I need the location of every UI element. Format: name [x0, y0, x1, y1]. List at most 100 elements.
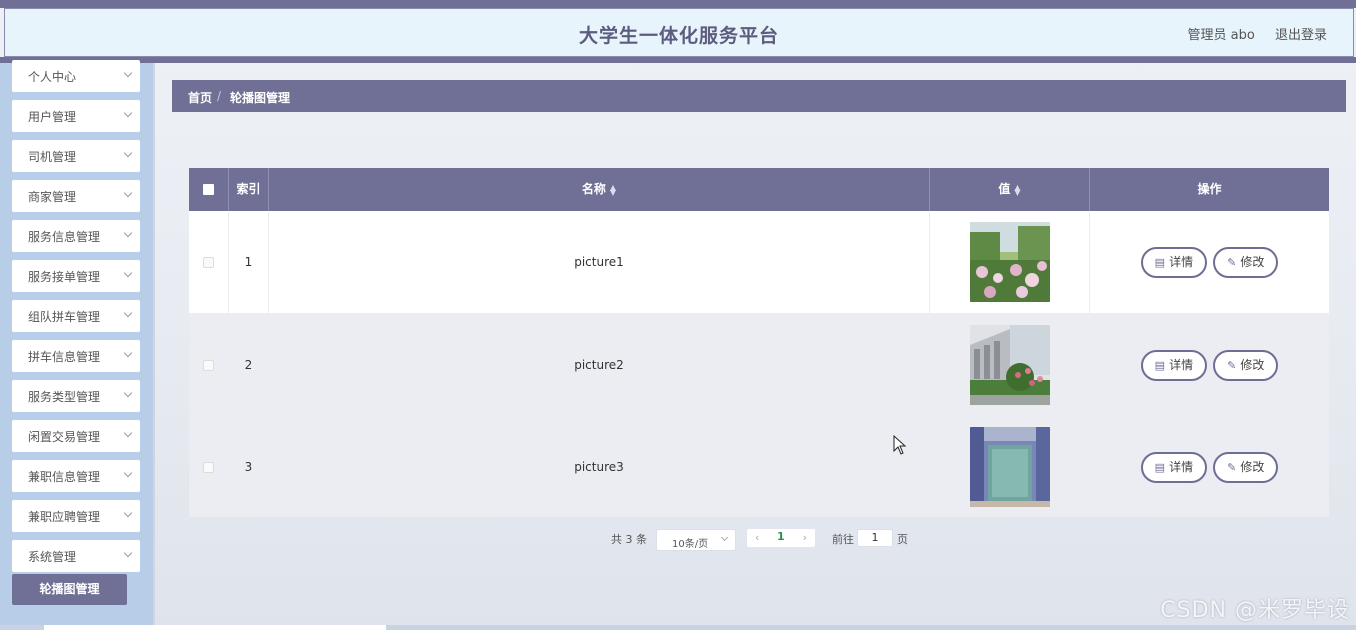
sidebar-item-carpool-info[interactable]: 拼车信息管理 [12, 340, 140, 372]
sidebar-item-drivers[interactable]: 司机管理 [12, 140, 140, 172]
column-header-name[interactable]: 名称 ▲ ▼ [269, 168, 930, 211]
bottom-scrollbar[interactable] [0, 625, 1356, 630]
row-name: picture3 [269, 417, 930, 517]
edit-button-label: 修改 [1240, 459, 1265, 474]
sidebar-item-carpool-teams[interactable]: 组队拼车管理 [12, 300, 140, 332]
detail-button[interactable]: ▤ 详情 [1140, 246, 1208, 278]
document-icon: ▤ [1154, 358, 1166, 372]
pencil-icon: ✎ [1227, 460, 1237, 474]
row-checkbox[interactable] [203, 256, 214, 268]
chevron-down-icon [123, 308, 133, 318]
sidebar-item-service-types[interactable]: 服务类型管理 [12, 380, 140, 412]
sidebar-item-label: 个人中心 [28, 70, 77, 84]
chevron-down-icon [123, 468, 133, 478]
breadcrumb: 首页 / 轮播图管理 [172, 80, 1346, 112]
row-actions: ▤ 详情 ✎ 修改 [1090, 417, 1329, 517]
doorway-thumbnail[interactable] [969, 427, 1050, 507]
sort-icon[interactable]: ▲ ▼ [1014, 183, 1020, 196]
breadcrumb-current: 轮播图管理 [230, 91, 291, 105]
row-select-cell [189, 313, 229, 417]
chevron-down-icon [123, 188, 133, 198]
sidebar-item-label: 服务类型管理 [28, 390, 101, 404]
page-size-select[interactable]: 10条/页 [656, 529, 736, 551]
row-checkbox[interactable] [203, 359, 214, 371]
top-strip [0, 0, 1356, 8]
table-row: 2 picture2 ▤ 详情 ✎ 修改 [189, 313, 1329, 417]
next-page-icon[interactable]: › [803, 531, 807, 544]
breadcrumb-home[interactable]: 首页 [188, 89, 212, 106]
goto-unit-label: 页 [897, 533, 908, 546]
pencil-icon: ✎ [1227, 255, 1237, 269]
select-all-checkbox[interactable] [203, 184, 214, 195]
table-row: 1 picture1 ▤ 详情 ✎ 修改 [189, 211, 1329, 313]
sidebar-item-label: 服务信息管理 [28, 230, 101, 244]
edit-button-label: 修改 [1240, 254, 1265, 269]
row-name: picture2 [269, 313, 930, 417]
sidebar-item-system[interactable]: 系统管理 [12, 540, 140, 572]
sidebar-item-label: 服务接单管理 [28, 270, 101, 284]
sidebar-subitem-carousel[interactable]: 轮播图管理 [12, 574, 127, 605]
row-thumbnail-cell [930, 417, 1090, 517]
mouse-cursor-icon [893, 435, 907, 455]
row-actions: ▤ 详情 ✎ 修改 [1090, 211, 1329, 313]
sidebar: 个人中心 用户管理 司机管理 商家管理 服务信息管理 服务接单管理 组队拼车管理… [0, 60, 155, 630]
row-name: picture1 [269, 211, 930, 313]
sidebar-item-users[interactable]: 用户管理 [12, 100, 140, 132]
campus-building-thumbnail[interactable] [969, 325, 1050, 405]
sidebar-item-part-time-apply[interactable]: 兼职应聘管理 [12, 500, 140, 532]
sidebar-item-label: 组队拼车管理 [28, 310, 101, 324]
sort-icon[interactable]: ▲ ▼ [610, 183, 616, 196]
chevron-down-icon [123, 228, 133, 238]
detail-button[interactable]: ▤ 详情 [1140, 349, 1208, 381]
sidebar-item-label: 司机管理 [28, 150, 77, 164]
row-select-cell [189, 417, 229, 517]
flower-garden-thumbnail[interactable] [969, 222, 1050, 302]
prev-page-icon[interactable]: ‹ [755, 531, 759, 544]
row-index: 3 [229, 417, 269, 517]
header-user-area: 管理员 abo 退出登录 [1172, 24, 1327, 43]
sidebar-item-part-time-info[interactable]: 兼职信息管理 [12, 460, 140, 492]
pencil-icon: ✎ [1227, 358, 1237, 372]
sidebar-item-merchants[interactable]: 商家管理 [12, 180, 140, 212]
sidebar-divider [153, 63, 155, 630]
app-title: 大学生一体化服务平台 [578, 25, 779, 47]
detail-button-label: 详情 [1169, 459, 1194, 474]
row-checkbox[interactable] [203, 461, 214, 473]
detail-button[interactable]: ▤ 详情 [1140, 451, 1208, 483]
row-thumbnail-cell [930, 313, 1090, 417]
pagination-pager: ‹ 1 › [747, 529, 815, 547]
detail-button-label: 详情 [1169, 357, 1194, 372]
sidebar-item-personal-center[interactable]: 个人中心 [12, 60, 140, 92]
table-header: 索引 名称 ▲ ▼ 值 ▲ ▼ 操作 [189, 168, 1329, 211]
sidebar-item-label: 兼职应聘管理 [28, 510, 101, 524]
sidebar-item-label: 用户管理 [28, 110, 77, 124]
logout-link[interactable]: 退出登录 [1275, 28, 1327, 43]
chevron-down-icon [123, 508, 133, 518]
edit-button[interactable]: ✎ 修改 [1213, 349, 1279, 381]
row-thumbnail-cell [930, 211, 1090, 313]
sidebar-item-service-orders[interactable]: 服务接单管理 [12, 260, 140, 292]
sidebar-item-service-info[interactable]: 服务信息管理 [12, 220, 140, 252]
app-header: 大学生一体化服务平台 管理员 abo 退出登录 [4, 8, 1354, 57]
pagination-total: 共 3 条 [611, 533, 647, 546]
document-icon: ▤ [1154, 255, 1166, 269]
sidebar-item-label: 兼职信息管理 [28, 470, 101, 484]
breadcrumb-separator: / [217, 89, 222, 103]
current-page-number[interactable]: 1 [777, 530, 785, 543]
sidebar-item-label: 商家管理 [28, 190, 77, 204]
table-row: 3 picture3 ▤ 详情 ✎ 修改 [189, 417, 1329, 517]
row-actions: ▤ 详情 ✎ 修改 [1090, 313, 1329, 417]
sidebar-item-second-hand[interactable]: 闲置交易管理 [12, 420, 140, 452]
edit-button[interactable]: ✎ 修改 [1213, 246, 1279, 278]
chevron-down-icon [123, 388, 133, 398]
sidebar-item-label: 系统管理 [28, 550, 77, 564]
chevron-down-icon [123, 268, 133, 278]
scrollbar-thumb[interactable] [44, 625, 386, 630]
chevron-down-icon [123, 108, 133, 118]
edit-button[interactable]: ✎ 修改 [1213, 451, 1279, 483]
column-header-index: 索引 [229, 168, 269, 211]
chevron-down-icon [123, 148, 133, 158]
column-header-value[interactable]: 值 ▲ ▼ [930, 168, 1090, 211]
goto-page-input[interactable]: 1 [857, 529, 893, 547]
admin-user-label: 管理员 abo [1187, 28, 1255, 43]
